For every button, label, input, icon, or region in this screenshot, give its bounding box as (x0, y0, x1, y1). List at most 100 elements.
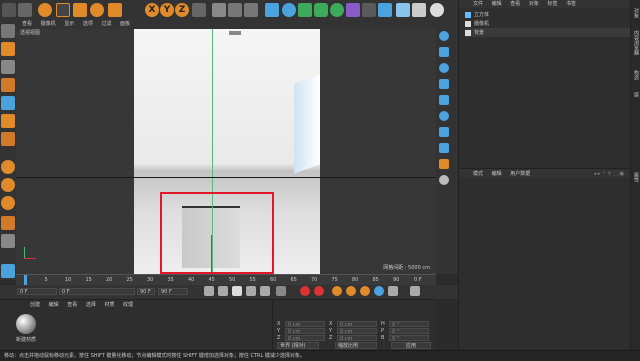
material-menu-select[interactable]: 选择 (86, 302, 96, 308)
viewport-menu-options[interactable]: 选项 (83, 21, 93, 27)
y-axis-button[interactable]: Y (160, 3, 174, 17)
null-object-icon[interactable] (439, 175, 449, 185)
viewport[interactable]: 透视视图 网格间距 : 5000 cm (16, 29, 436, 274)
key-pla-icon[interactable] (388, 286, 398, 296)
x-axis-button[interactable]: X (145, 3, 159, 17)
edges-mode-icon[interactable] (1, 96, 15, 110)
model-mode-icon[interactable] (1, 42, 15, 56)
next-key-icon[interactable] (246, 286, 256, 296)
plane-icon[interactable] (439, 127, 449, 137)
locked-workplane-icon[interactable] (1, 216, 15, 230)
soft-selection-icon[interactable] (1, 264, 15, 278)
render-view-icon[interactable] (212, 3, 226, 17)
loop-icon[interactable] (276, 286, 286, 296)
floor-grid-icon[interactable] (396, 3, 410, 17)
sphere-icon[interactable] (439, 63, 449, 73)
recent-tools-icon[interactable] (108, 3, 122, 17)
coord-value-field[interactable]: 0 cm (337, 321, 377, 328)
viewport-menu-cameras[interactable]: 摄像机 (41, 21, 56, 27)
timeline-settings-icon[interactable] (410, 286, 420, 296)
om-menu-bookmarks[interactable]: 书签 (566, 1, 576, 7)
cylinder-icon[interactable] (439, 79, 449, 89)
tube-icon[interactable] (439, 143, 449, 153)
material-menu-texture[interactable]: 纹理 (123, 302, 133, 308)
am-menu-edit[interactable]: 编辑 (492, 171, 502, 177)
deformer-icon[interactable] (346, 3, 360, 17)
torus-icon[interactable] (439, 111, 449, 121)
snap-toggle-icon[interactable] (1, 160, 15, 174)
cube-object-icon[interactable] (265, 3, 279, 17)
sky-icon[interactable] (362, 3, 376, 17)
planar-workplane-icon[interactable] (1, 234, 15, 248)
side-tab-structure[interactable]: 构造 (632, 70, 639, 80)
snap-icon[interactable] (412, 3, 426, 17)
material-swatch[interactable] (16, 314, 36, 334)
material-menu-view[interactable]: 查看 (67, 302, 77, 308)
target-icon[interactable] (439, 47, 449, 57)
rotate-icon[interactable] (90, 3, 104, 17)
am-menu-userdata[interactable]: 用户数据 (510, 171, 530, 177)
camera-icon[interactable] (378, 3, 392, 17)
object-row[interactable]: 背景 (465, 28, 630, 37)
material-menu-create[interactable]: 创建 (30, 302, 40, 308)
z-axis-button[interactable]: Z (175, 3, 189, 17)
figure-icon[interactable] (439, 159, 449, 169)
viewport-menu-view[interactable]: 查看 (22, 21, 32, 27)
side-tab-content-browser[interactable]: 内容浏览器 (632, 30, 639, 55)
coord-value-field[interactable]: 0 ° (389, 335, 429, 342)
polygons-mode-icon[interactable] (1, 114, 15, 128)
render-picture-viewer-icon[interactable] (228, 3, 242, 17)
world-coords-icon[interactable] (192, 3, 206, 17)
move-icon[interactable] (56, 3, 70, 17)
key-position-icon[interactable] (332, 286, 342, 296)
prev-key-icon[interactable] (218, 286, 228, 296)
autokey-icon[interactable] (314, 286, 324, 296)
om-menu-objects[interactable]: 对象 (529, 1, 539, 7)
key-rotation-icon[interactable] (360, 286, 370, 296)
make-editable-icon[interactable] (1, 24, 15, 38)
max-frame-field[interactable]: 90 F (158, 288, 188, 295)
light-object-icon[interactable] (439, 31, 449, 41)
scale-icon[interactable] (73, 3, 87, 17)
object-row[interactable]: 摄像机 (465, 19, 630, 28)
playhead[interactable] (24, 275, 27, 285)
end-frame-field[interactable]: 90 F (137, 288, 155, 295)
workplane-icon[interactable] (1, 196, 15, 210)
coordinate-mode-select[interactable]: 世界 (相对) (277, 342, 319, 349)
texture-mode-icon[interactable] (1, 60, 15, 74)
material-menu-material[interactable]: 材质 (104, 302, 114, 308)
current-frame-field[interactable]: 0 F (59, 288, 135, 295)
side-tab-attributes[interactable]: 属性 (632, 172, 639, 182)
coord-value-field[interactable]: 0 cm (337, 335, 377, 342)
points-mode-icon[interactable] (1, 78, 15, 92)
record-icon[interactable] (300, 286, 310, 296)
am-menu-mode[interactable]: 模式 (473, 171, 483, 177)
viewport-menu-display[interactable]: 显示 (64, 21, 74, 27)
render-settings-icon[interactable] (244, 3, 258, 17)
om-menu-tags[interactable]: 标签 (547, 1, 557, 7)
spline-pen-icon[interactable] (282, 3, 296, 17)
subdivision-icon[interactable] (298, 3, 312, 17)
array-icon[interactable] (314, 3, 328, 17)
live-select-icon[interactable] (38, 3, 52, 17)
cloner-icon[interactable] (330, 3, 344, 17)
om-menu-edit[interactable]: 编辑 (492, 1, 502, 7)
coord-value-field[interactable]: 0 cm (337, 328, 377, 335)
coord-value-field[interactable]: 0 cm (285, 321, 325, 328)
material-menu-edit[interactable]: 编辑 (49, 302, 59, 308)
axis-mode-icon[interactable] (1, 132, 15, 146)
om-menu-file[interactable]: 文件 (473, 1, 483, 7)
coord-value-field[interactable]: 0 cm (285, 328, 325, 335)
apply-button[interactable]: 应用 (391, 342, 431, 349)
key-scale-icon[interactable] (346, 286, 356, 296)
coord-value-field[interactable]: 0 cm (285, 335, 325, 342)
light-icon[interactable] (430, 3, 444, 17)
goto-start-icon[interactable] (204, 286, 214, 296)
undo-icon[interactable] (2, 3, 16, 17)
object-row[interactable]: 立方体 (465, 10, 630, 19)
enable-snap-icon[interactable] (1, 178, 15, 192)
viewport-menu-filter[interactable]: 过滤 (101, 21, 111, 27)
size-mode-select[interactable]: 缩放比例 (335, 342, 377, 349)
play-icon[interactable] (232, 286, 242, 296)
viewport-menu-panel[interactable]: 面板 (120, 21, 130, 27)
